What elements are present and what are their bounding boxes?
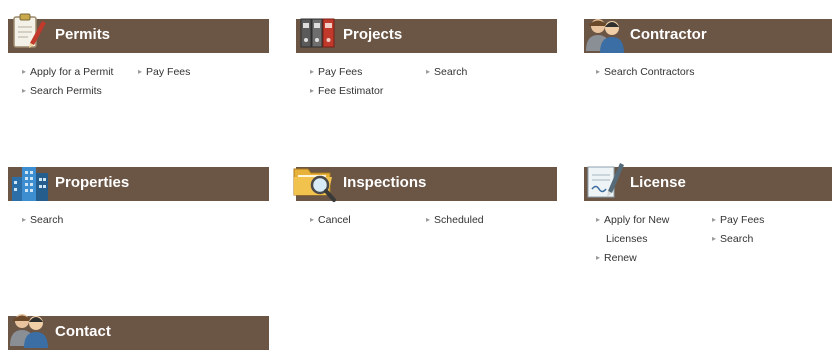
projects-fee-estimator-link[interactable]: Fee Estimator (310, 85, 383, 97)
license-header[interactable]: License (584, 163, 832, 201)
certificate-pen-icon (587, 163, 624, 198)
permits-title: Permits (55, 26, 111, 43)
inspections-title: Inspections (343, 174, 427, 191)
contractor-title: Contractor (630, 26, 707, 43)
inspections-header[interactable]: Inspections (293, 167, 557, 202)
license-apply-link-cont[interactable]: Licenses (596, 233, 647, 245)
contractor-search-link[interactable]: Search Contractors (596, 66, 694, 78)
properties-title: Properties (55, 174, 130, 191)
license-search-link[interactable]: Search (712, 233, 753, 245)
license-pay-fees-link[interactable]: Pay Fees (712, 214, 764, 226)
projects-search-link[interactable]: Search (426, 66, 467, 78)
inspections-scheduled-link[interactable]: Scheduled (426, 214, 484, 226)
license-apply-link[interactable]: Apply for New (596, 214, 669, 226)
permits-apply-link[interactable]: Apply for a Permit (22, 66, 113, 78)
folder-magnifier-icon (293, 168, 336, 202)
license-renew-link[interactable]: Renew (596, 252, 637, 264)
contact-title: Contact (55, 323, 111, 340)
binders-icon (300, 18, 335, 48)
contractor-header[interactable]: Contractor (584, 19, 832, 53)
clipboard-pencil-icon (13, 13, 46, 48)
properties-search-link[interactable]: Search (22, 214, 63, 226)
contact-header[interactable]: Contact (8, 314, 269, 350)
permits-search-link[interactable]: Search Permits (22, 85, 102, 97)
people-icon (10, 314, 48, 348)
projects-pay-fees-link[interactable]: Pay Fees (310, 66, 362, 78)
permits-header[interactable]: Permits (8, 13, 269, 53)
buildings-icon (12, 167, 48, 201)
inspections-cancel-link[interactable]: Cancel (310, 214, 351, 226)
properties-header[interactable]: Properties (8, 167, 269, 201)
projects-header[interactable]: Projects (296, 18, 557, 53)
projects-title: Projects (343, 26, 403, 43)
license-title: License (630, 174, 686, 191)
permits-pay-fees-link[interactable]: Pay Fees (138, 66, 190, 78)
people-icon (586, 19, 624, 53)
